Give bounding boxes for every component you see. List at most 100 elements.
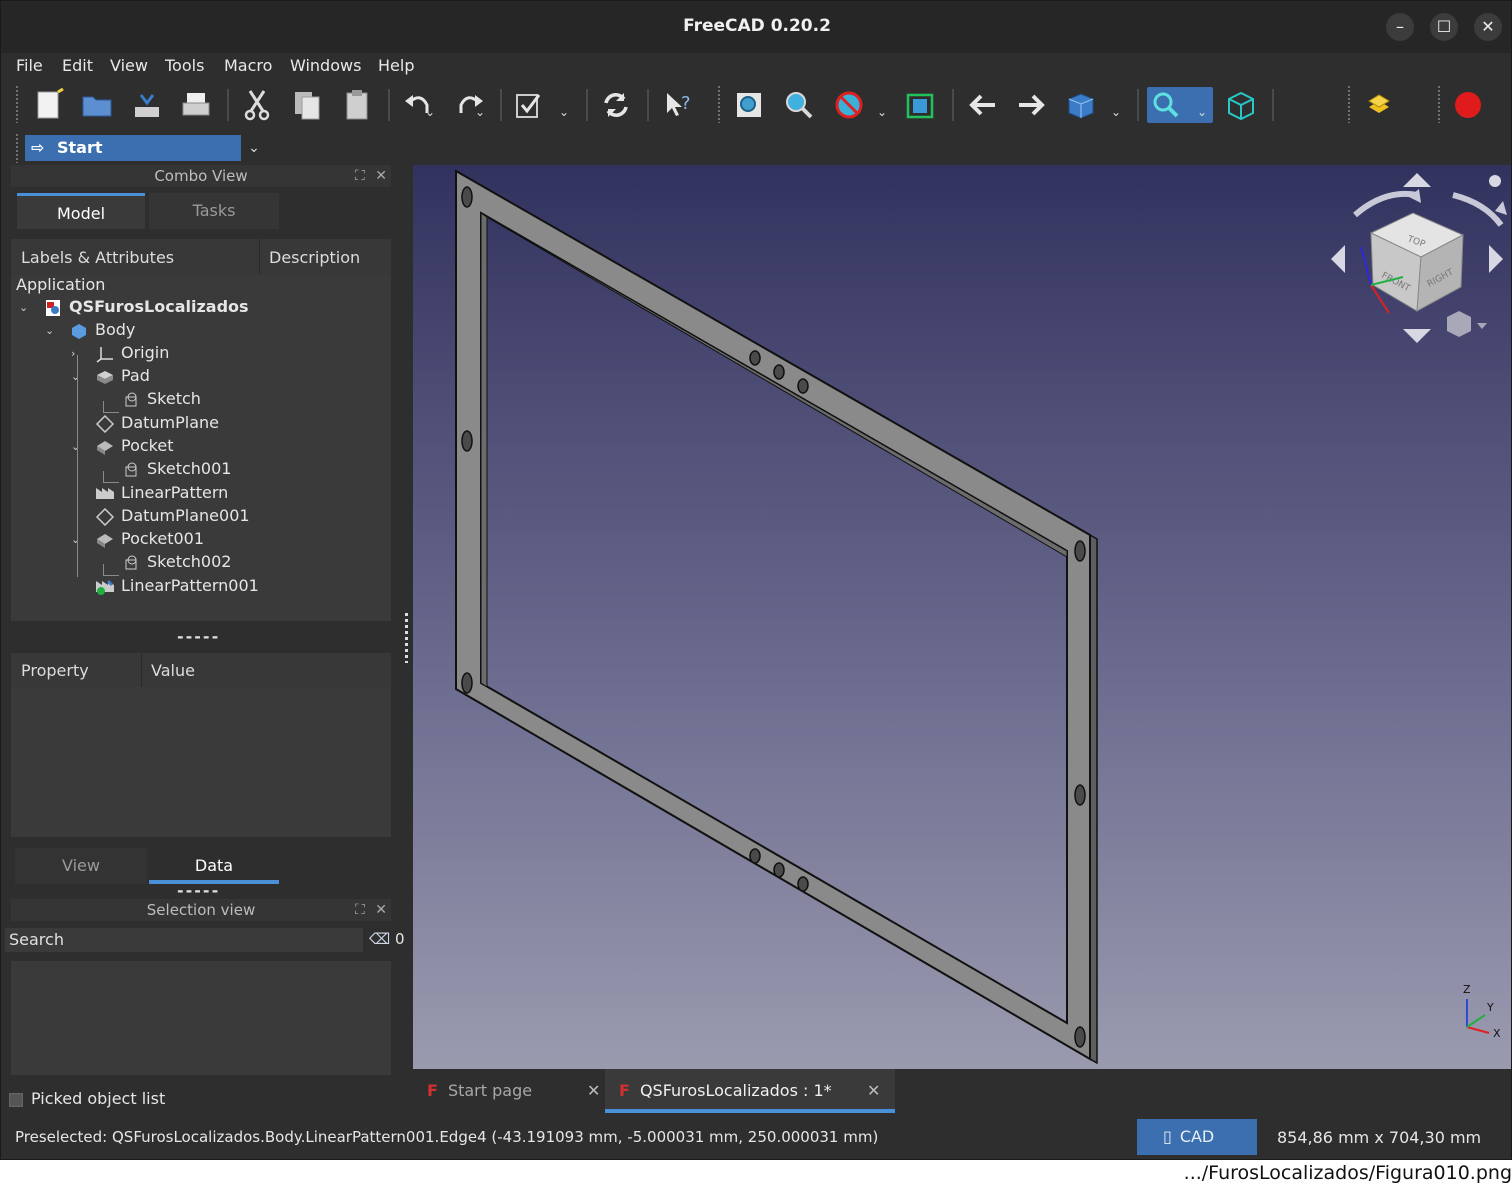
collapse-icon[interactable]: ⌄ [71,370,80,383]
paste-icon[interactable] [339,87,375,123]
menu-help[interactable]: Help [378,56,414,75]
close-panel-icon[interactable]: ✕ [375,902,387,918]
menu-file[interactable]: File [16,56,43,75]
linear-pattern-icon [95,485,115,503]
pad-icon [95,368,115,386]
collapse-icon[interactable]: ⌄ [71,533,80,546]
tab-view[interactable]: View [15,848,147,884]
navigation-cube[interactable]: FRONT RIGHT TOP [1331,173,1507,343]
tab-model[interactable]: Model [17,193,145,229]
tree-item-sketch[interactable]: Sketch [121,389,201,411]
collapse-icon[interactable]: ⌄ [19,301,28,314]
panel-splitter[interactable] [405,613,408,663]
bounding-box-icon[interactable] [903,87,939,123]
chevron-down-icon[interactable]: ⌄ [241,135,267,161]
toolbar-grip-3[interactable] [1347,85,1351,123]
std-views-icon[interactable] [1063,87,1099,123]
maximize-icon[interactable]: ☐ [1430,13,1458,41]
tree-item-label: DatumPlane001 [121,506,250,525]
wb-toolbar-grip[interactable] [15,133,19,163]
selection-search-input[interactable]: Search [5,928,363,952]
redo-dropdown-icon[interactable]: ⌄ [475,105,489,119]
record-macro-icon[interactable] [1450,87,1486,123]
panel-separator[interactable]: ----- [177,627,220,646]
workbench-selector[interactable]: ⇨ Start [25,135,241,161]
float-panel-icon[interactable]: ⛶ [355,168,365,184]
toolbar-grip-2[interactable] [717,85,721,123]
tree-item-document[interactable]: QSFurosLocalizados [43,297,249,319]
picked-checkbox[interactable] [9,1092,23,1107]
tab-start-page-label: Start page [447,1081,533,1100]
property-header-property[interactable]: Property [21,661,89,680]
cut-icon[interactable] [239,87,275,123]
tab-document[interactable]: F QSFurosLocalizados : 1* ✕ [605,1069,895,1113]
tab-tasks[interactable]: Tasks [149,193,279,229]
collapse-icon[interactable]: ⌄ [45,324,54,337]
tree-item-body[interactable]: Body [69,320,135,342]
tab-start-page[interactable]: F Start page ✕ [427,1069,601,1113]
fit-all-icon[interactable] [731,87,767,123]
macro-icon[interactable] [1361,87,1397,123]
new-document-icon[interactable] [31,87,67,123]
measure-dropdown-icon[interactable]: ⌄ [1197,105,1211,119]
tree-item-linearpattern001[interactable]: LinearPattern001 [95,576,259,598]
expand-icon[interactable]: › [71,347,75,360]
tree-item-datumplane[interactable]: DatumPlane [95,413,219,435]
tree-item-pocket[interactable]: Pocket [95,436,173,458]
navigation-style-button[interactable]: ▯ CAD [1137,1119,1257,1155]
tab-data[interactable]: Data [149,848,279,884]
tree-item-linearpattern[interactable]: LinearPattern [95,483,228,505]
forward-icon[interactable] [1013,87,1049,123]
toolbar-grip-4[interactable] [1437,85,1441,123]
close-tab-icon[interactable]: ✕ [587,1069,600,1113]
minimize-icon[interactable]: – [1386,13,1414,41]
tree-item-sketch001[interactable]: Sketch001 [121,459,231,481]
picked-object-list-toggle[interactable]: Picked object list [9,1089,165,1108]
recompute-icon[interactable] [598,87,634,123]
menu-macro[interactable]: Macro [224,56,272,75]
selection-view-title: Selection view [146,901,256,919]
collapse-icon[interactable]: ⌄ [71,440,80,453]
close-icon[interactable]: ✕ [1474,13,1502,41]
menu-edit[interactable]: Edit [62,56,93,75]
print-icon[interactable] [178,87,214,123]
std-views-dropdown-icon[interactable]: ⌄ [1111,105,1125,119]
tree-item-label: Sketch002 [147,552,232,571]
refresh-icon[interactable] [512,87,548,123]
preselection-status: Preselected: QSFurosLocalizados.Body.Lin… [15,1128,879,1146]
selection-view-header: Selection view ⛶ ✕ [11,899,391,921]
refresh-dropdown-icon[interactable]: ⌄ [559,105,573,119]
tree-item-sketch002[interactable]: Sketch002 [121,552,231,574]
tree-item-datumplane001[interactable]: DatumPlane001 [95,506,250,528]
property-header-value[interactable]: Value [151,661,195,680]
menu-windows[interactable]: Windows [290,56,361,75]
pocket-icon [95,531,115,549]
toolbar-grip[interactable] [15,85,19,123]
fit-selection-icon[interactable] [781,87,817,123]
tree-item-origin[interactable]: Origin [95,343,169,365]
tree-header-description[interactable]: Description [269,248,360,267]
isometric-cube-icon[interactable] [1223,87,1259,123]
draw-style-dropdown-icon[interactable]: ⌄ [877,105,891,119]
undo-dropdown-icon[interactable]: ⌄ [425,105,439,119]
close-panel-icon[interactable]: ✕ [375,168,387,184]
float-panel-icon[interactable]: ⛶ [355,902,365,918]
panel-separator-2[interactable]: ----- [177,881,220,900]
save-icon[interactable] [129,87,165,123]
menu-view[interactable]: View [110,56,148,75]
open-folder-icon[interactable] [79,87,115,123]
tree-item-pocket001[interactable]: Pocket001 [95,529,204,551]
3d-view[interactable]: FRONT RIGHT TOP Z Y X [413,165,1511,1069]
tree-header-labels[interactable]: Labels & Attributes [21,248,174,267]
close-tab-icon[interactable]: ✕ [867,1069,880,1113]
clear-search-icon[interactable]: ⌫ [369,930,390,948]
back-icon[interactable] [965,87,1001,123]
menu-tools[interactable]: Tools [165,56,204,75]
combo-view-header: Combo View ⛶ ✕ [11,165,391,187]
draw-style-icon[interactable] [831,87,867,123]
tree-item-pad[interactable]: Pad [95,366,150,388]
menu-bar: File Edit View Tools Macro Windows Help [1,53,1511,79]
axis-z-label: Z [1463,983,1471,996]
whats-this-icon[interactable]: ? [659,87,695,123]
copy-icon[interactable] [289,87,325,123]
